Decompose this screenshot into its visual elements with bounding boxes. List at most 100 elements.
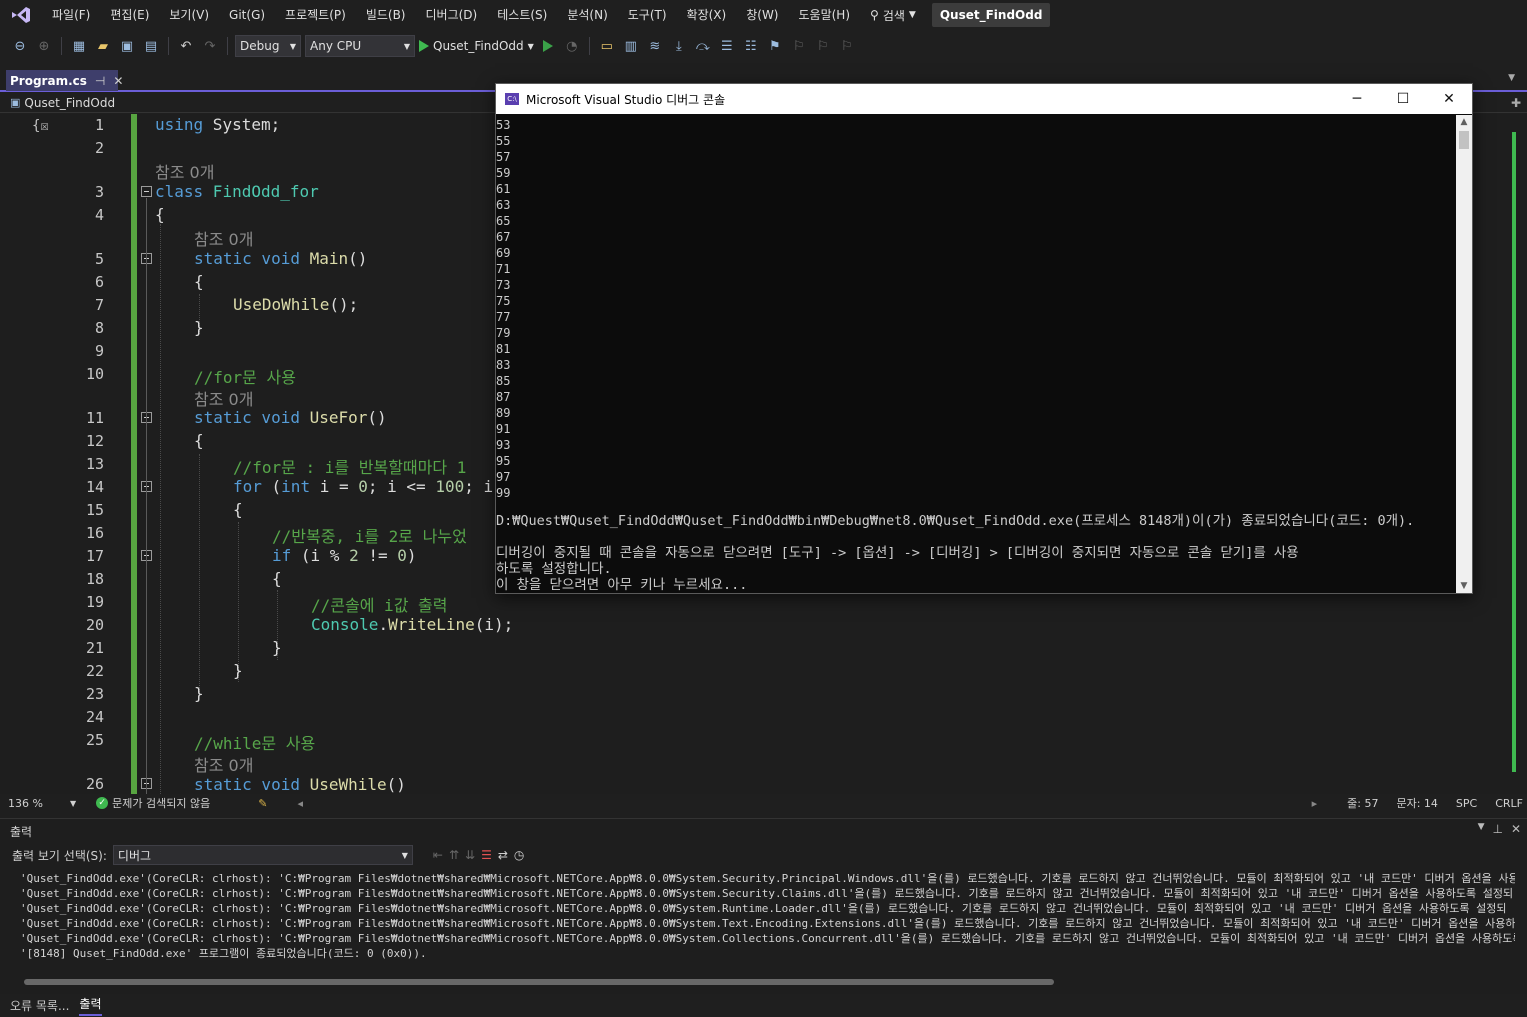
scroll-left-icon[interactable]: ◂	[297, 797, 303, 810]
bookmark-prev-icon[interactable]: ⚐	[789, 36, 809, 56]
close-icon[interactable]: ✕	[1511, 822, 1521, 836]
menu-item[interactable]: 도구(T)	[618, 0, 677, 30]
menu-item[interactable]: 테스트(S)	[487, 0, 557, 30]
output-line: 'Quset_FindOdd.exe'(CoreCLR: clrhost): '…	[20, 872, 1515, 885]
start-without-debugging-icon[interactable]	[538, 36, 558, 56]
indentation-mode[interactable]: SPC	[1456, 797, 1477, 810]
menu-item[interactable]: 분석(N)	[557, 0, 617, 30]
bookmark-icon[interactable]: ⚑	[765, 36, 785, 56]
bookmark-next-icon[interactable]: ⚐	[813, 36, 833, 56]
prev-message-icon[interactable]: ⇈	[449, 848, 459, 862]
scrollbar-thumb[interactable]	[24, 979, 1054, 985]
search-menu[interactable]: ⚲ 검색 ▼	[860, 7, 926, 24]
zoom-level-select[interactable]: 136 %	[0, 797, 70, 810]
menu-item[interactable]: 디버그(D)	[416, 0, 488, 30]
solution-name-badge[interactable]: Quset_FindOdd	[931, 3, 1051, 27]
menu-item[interactable]: 확장(X)	[677, 0, 737, 30]
reference-codelens[interactable]: 참조 0개	[194, 226, 253, 250]
chevron-down-icon[interactable]: ▼	[1478, 822, 1485, 836]
tab-program-cs[interactable]: Program.cs ⊣ ✕	[6, 70, 123, 91]
console-output[interactable]: D:₩Quest₩Quset_FindOdd₩Quset_FindOdd₩bin…	[496, 115, 1456, 593]
minimize-button[interactable]: ─	[1334, 84, 1380, 114]
maximize-button[interactable]: ☐	[1380, 84, 1426, 114]
menu-item[interactable]: 도움말(H)	[789, 0, 861, 30]
menu-item[interactable]: 편집(E)	[100, 0, 159, 30]
menu-item[interactable]: 창(W)	[736, 0, 788, 30]
navigate-back-icon[interactable]: ⊖	[10, 36, 30, 56]
find-message-icon[interactable]: ⇤	[433, 848, 443, 862]
menu-item[interactable]: 프로젝트(P)	[275, 0, 356, 30]
bookmark-clear-icon[interactable]: ⚐	[837, 36, 857, 56]
new-project-icon[interactable]: ▦	[69, 36, 89, 56]
menu-item[interactable]: 빌드(B)	[356, 0, 416, 30]
collapse-toggle-icon[interactable]	[141, 186, 152, 197]
close-icon[interactable]: ✕	[113, 74, 123, 88]
issues-status[interactable]: 문제가 검색되지 않음	[112, 795, 210, 811]
code-token: .	[378, 615, 389, 634]
search-label: 검색	[882, 8, 905, 23]
output-text[interactable]: 'Quset_FindOdd.exe'(CoreCLR: clrhost): '…	[20, 871, 1515, 961]
console-exit-line: D:₩Quest₩Quset_FindOdd₩Quset_FindOdd₩bin…	[496, 513, 1415, 529]
scroll-right-icon[interactable]: ▸	[1312, 797, 1318, 810]
editor-vertical-scrollbar[interactable]	[1512, 114, 1527, 794]
output-horizontal-scrollbar[interactable]	[10, 977, 1510, 987]
console-output-line: 79	[496, 326, 511, 340]
timestamp-icon[interactable]: ◷	[514, 848, 524, 862]
cursor-column[interactable]: 문자: 14	[1396, 795, 1437, 811]
line-number: 23	[85, 685, 104, 703]
output-source-select[interactable]: 디버그 ▼	[112, 845, 413, 865]
word-wrap-icon[interactable]: ⇄	[498, 848, 508, 862]
code-token: for	[233, 477, 262, 496]
scrollbar-thumb[interactable]	[1459, 131, 1469, 149]
close-button[interactable]: ✕	[1426, 84, 1472, 114]
cursor-line[interactable]: 줄: 57	[1347, 795, 1378, 811]
solution-configuration-select[interactable]: Debug ▼	[235, 35, 301, 57]
start-debugging-button[interactable]: Quset_FindOdd ▼	[419, 39, 534, 53]
redo-icon[interactable]: ↷	[200, 36, 220, 56]
scroll-up-icon[interactable]: ▲	[1456, 115, 1472, 129]
pin-icon[interactable]: ⊥	[1492, 822, 1502, 836]
console-output-line: 73	[496, 278, 511, 292]
tab-overflow-icon[interactable]: ▼	[1508, 73, 1515, 83]
project-dropdown[interactable]: Quset_FindOdd	[24, 96, 115, 110]
format-icon[interactable]: ≋	[645, 36, 665, 56]
console-scrollbar[interactable]: ▲ ▼	[1456, 115, 1472, 593]
open-file-icon[interactable]: ▰	[93, 36, 113, 56]
menu-item[interactable]: 파일(F)	[42, 0, 100, 30]
clear-all-icon[interactable]: ☰	[481, 848, 492, 862]
console-titlebar[interactable]: C:\ Microsoft Visual Studio 디버그 콘솔 ─ ☐ ✕	[496, 84, 1472, 114]
line-ending[interactable]: CRLF	[1495, 797, 1523, 810]
reference-codelens[interactable]: 참조 0개	[194, 752, 253, 776]
split-view-icon[interactable]: ✚	[1511, 96, 1521, 110]
visual-studio-logo-icon[interactable]	[0, 0, 42, 30]
scroll-down-icon[interactable]: ▼	[1456, 579, 1472, 593]
uncomment-icon[interactable]: ☷	[741, 36, 761, 56]
menu-item[interactable]: Git(G)	[219, 0, 275, 30]
hot-reload-icon[interactable]: ◔	[562, 36, 582, 56]
code-cleanup-icon[interactable]: ✎	[258, 797, 267, 810]
step-over-icon[interactable]: ⤼	[693, 36, 713, 56]
code-token: UseWhile	[299, 775, 387, 794]
tab-error-list[interactable]: 오류 목록...	[10, 997, 69, 1014]
output-line: 'Quset_FindOdd.exe'(CoreCLR: clrhost): '…	[20, 932, 1515, 945]
tab-output[interactable]: 출력	[79, 995, 102, 1016]
undo-icon[interactable]: ↶	[176, 36, 196, 56]
reference-codelens[interactable]: 참조 0개	[155, 159, 214, 183]
next-message-icon[interactable]: ⇊	[465, 848, 475, 862]
navigate-forward-icon[interactable]: ⊕	[34, 36, 54, 56]
comment-icon[interactable]: ☰	[717, 36, 737, 56]
pin-icon[interactable]: ⊣	[95, 74, 105, 88]
save-icon[interactable]: ▣	[117, 36, 137, 56]
menu-item[interactable]: 보기(V)	[159, 0, 219, 30]
save-all-icon[interactable]: ▤	[141, 36, 161, 56]
console-message: 이 창을 닫으려면 아무 키나 누르세요...	[496, 577, 748, 593]
code-token: using	[155, 115, 204, 134]
solution-platform-select[interactable]: Any CPU ▼	[305, 35, 415, 57]
reference-codelens[interactable]: 참조 0개	[194, 386, 253, 410]
step-into-icon[interactable]: ⤓	[669, 36, 689, 56]
line-number: 15	[85, 501, 104, 519]
chevron-down-icon: ▼	[403, 41, 410, 51]
layout-icon[interactable]: ▥	[621, 36, 641, 56]
debug-console-window[interactable]: C:\ Microsoft Visual Studio 디버그 콘솔 ─ ☐ ✕…	[495, 83, 1473, 594]
browse-folder-icon[interactable]: ▭	[597, 36, 617, 56]
